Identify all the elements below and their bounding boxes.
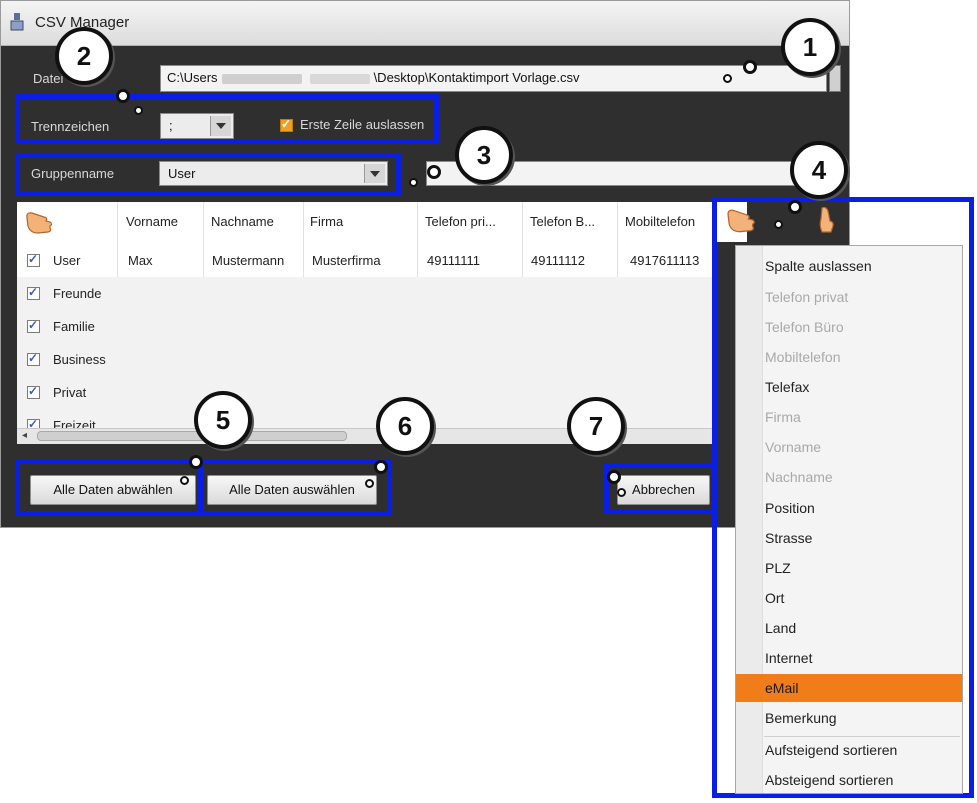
menu-item-sort-descending[interactable]: Absteigend sortieren — [765, 772, 893, 788]
hand-pointer-icon[interactable] — [24, 208, 56, 236]
callout-3: 3 — [455, 126, 513, 184]
menu-separator — [764, 736, 960, 737]
file-path-suffix: \Desktop\Kontaktimport Vorlage.csv — [373, 70, 580, 85]
file-label: Datei — [33, 71, 64, 86]
highlight-box-group — [15, 153, 401, 196]
callout-5-dot — [180, 476, 189, 485]
callout-6-bubble — [374, 460, 388, 474]
callout-4-bubble — [788, 200, 802, 214]
menu-item-email[interactable]: eMail — [765, 680, 798, 696]
table-row[interactable]: Freunde — [17, 277, 717, 310]
table-row[interactable]: User Max Mustermann Musterfirma 49111111… — [17, 244, 717, 277]
menu-item-telefax[interactable]: Telefax — [765, 379, 809, 395]
file-path-prefix: C:\Users — [167, 70, 218, 85]
column-header-nachname[interactable]: Nachname — [211, 202, 274, 242]
callout-1: 1 — [781, 18, 839, 76]
scroll-left-icon[interactable]: ◂ — [22, 430, 27, 441]
menu-item-sort-ascending[interactable]: Aufsteigend sortieren — [765, 742, 897, 758]
menu-item-spalte-auslassen[interactable]: Spalte auslassen — [765, 258, 872, 274]
menu-item-internet[interactable]: Internet — [765, 650, 812, 666]
column-header-firma[interactable]: Firma — [310, 202, 343, 242]
callout-3-dot — [409, 178, 418, 187]
table-row[interactable]: Familie — [17, 310, 717, 343]
callout-4: 4 — [790, 141, 848, 199]
callout-3-bubble — [427, 165, 441, 179]
row-checkbox[interactable] — [27, 318, 40, 333]
highlight-box-select — [199, 459, 392, 516]
callout-7: 7 — [567, 397, 625, 455]
menu-item-telefon-buero[interactable]: Telefon Büro — [765, 319, 844, 335]
menu-item-mobiltelefon[interactable]: Mobiltelefon — [765, 349, 841, 365]
callout-2-bubble — [116, 89, 130, 103]
cell-nachname: Mustermann — [212, 253, 285, 268]
callout-4-dot — [774, 220, 783, 229]
cell-mobiltelefon: 4917611113 — [630, 253, 700, 268]
cell-firma: Musterfirma — [312, 253, 381, 268]
cell-telefon-privat: 49111111 — [427, 253, 481, 268]
menu-item-telefon-privat[interactable]: Telefon privat — [765, 289, 848, 305]
callout-5: 5 — [194, 391, 252, 449]
column-header-vorname[interactable]: Vorname — [126, 202, 178, 242]
row-group: User — [53, 253, 81, 268]
app-icon — [10, 13, 24, 31]
cell-telefon-buero: 49111112 — [531, 253, 585, 268]
context-menu: Spalte auslassen Telefon privat Telefon … — [735, 245, 963, 794]
row-checkbox[interactable] — [27, 285, 40, 300]
callout-1-bubble — [743, 60, 757, 74]
column-header-telefon-buero[interactable]: Telefon B... — [530, 202, 595, 242]
callout-7-dot — [617, 488, 626, 497]
menu-item-firma[interactable]: Firma — [765, 409, 801, 425]
menu-item-position[interactable]: Position — [765, 500, 815, 516]
callout-2: 2 — [55, 27, 113, 85]
row-group: Freizeit — [53, 418, 96, 428]
file-browse-handle[interactable] — [829, 65, 841, 92]
column-header-mobiltelefon[interactable]: Mobiltelefon — [625, 202, 695, 242]
menu-item-nachname[interactable]: Nachname — [765, 469, 833, 485]
row-group: Privat — [53, 385, 87, 400]
title-bar: CSV Manager — [1, 1, 849, 46]
menu-item-vorname[interactable]: Vorname — [765, 439, 821, 455]
redacted-username-2 — [309, 73, 370, 84]
menu-item-strasse[interactable]: Strasse — [765, 530, 812, 546]
menu-item-plz[interactable]: PLZ — [765, 560, 791, 576]
row-checkbox[interactable] — [27, 417, 40, 428]
menu-item-bemerkung[interactable]: Bemerkung — [765, 710, 837, 726]
row-checkbox[interactable] — [27, 384, 40, 399]
data-table: Vorname Nachname Firma Telefon pri... Te… — [17, 202, 717, 428]
callout-6: 6 — [376, 397, 434, 455]
highlight-box-separator — [15, 94, 439, 144]
column-header-telefon-privat[interactable]: Telefon pri... — [425, 202, 496, 242]
row-checkbox[interactable] — [27, 351, 40, 366]
callout-5-bubble — [189, 455, 203, 469]
row-checkbox[interactable] — [27, 252, 40, 267]
table-row[interactable]: Business — [17, 343, 717, 376]
callout-7-bubble — [607, 470, 621, 484]
row-group: Business — [53, 352, 106, 367]
callout-1-dot — [723, 74, 732, 83]
row-group: Freunde — [53, 286, 102, 301]
callout-6-dot — [365, 479, 374, 488]
row-group: Familie — [53, 319, 95, 334]
callout-2-dot — [134, 106, 143, 115]
menu-item-land[interactable]: Land — [765, 620, 796, 636]
cell-vorname: Max — [128, 253, 153, 268]
highlight-box-deselect — [15, 459, 203, 516]
redacted-username — [221, 73, 302, 84]
menu-item-ort[interactable]: Ort — [765, 590, 784, 606]
hand-pointer-icon — [819, 206, 834, 233]
hand-pointer-icon[interactable] — [725, 205, 759, 235]
scrollbar-thumb[interactable] — [37, 431, 347, 441]
